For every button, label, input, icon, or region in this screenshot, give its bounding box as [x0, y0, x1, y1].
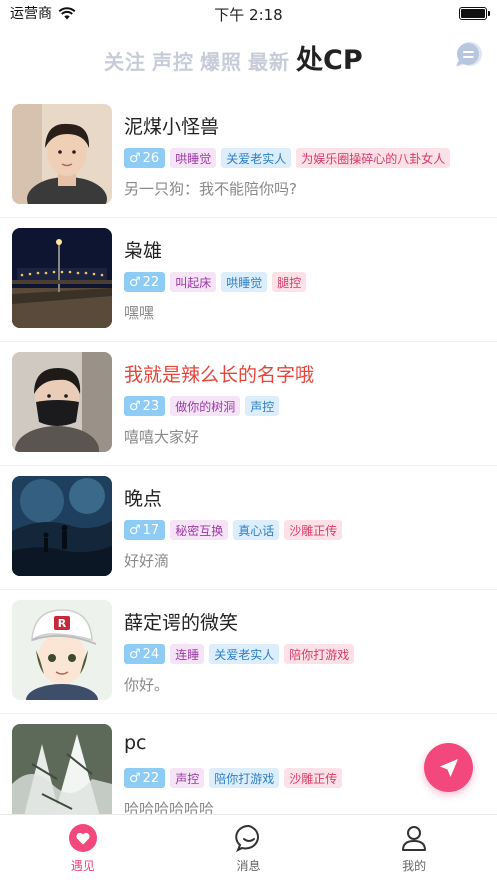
- interest-tag: 叫起床: [170, 272, 217, 292]
- age-badge: ♂ 22: [124, 768, 166, 788]
- interest-tag: 陪你打游戏: [209, 768, 280, 788]
- tab-bar: 关注 声控 爆照 最新 处CP: [104, 38, 363, 77]
- avatar: [12, 104, 112, 204]
- male-icon: ♂: [129, 646, 141, 662]
- tab-voice[interactable]: 声控: [152, 46, 194, 75]
- user-card[interactable]: 泥煤小怪兽 ♂ 26 哄睡觉 关爱老实人 为娱乐圈操碎心的八卦女人 另一只狗：我不…: [0, 94, 497, 218]
- avatar: [12, 228, 112, 328]
- bottom-tab-bar: 遇见 消息 我的: [0, 814, 497, 883]
- heart-icon: [68, 824, 97, 852]
- user-name: 薛定谔的微笑: [124, 612, 239, 634]
- user-name: 枭雄: [124, 240, 163, 262]
- user-card[interactable]: 我就是辣么长的名字哦 ♂ 23 做你的树洞 声控 嘻嘻大家好: [0, 342, 497, 466]
- male-icon: ♂: [129, 274, 141, 290]
- age-badge: ♂ 24: [124, 644, 166, 664]
- interest-tag: 哄睡觉: [170, 148, 217, 168]
- user-card[interactable]: pc ♂ 22 声控 陪你打游戏 沙雕正传 哈哈哈哈哈哈: [0, 714, 497, 814]
- interest-tag: 连睡: [170, 644, 205, 664]
- status-time: 下午 2:18: [214, 6, 283, 24]
- user-list: 泥煤小怪兽 ♂ 26 哄睡觉 关爱老实人 为娱乐圈操碎心的八卦女人 另一只狗：我不…: [0, 94, 497, 814]
- chat-bubble-icon: [234, 824, 259, 853]
- avatar: [12, 724, 112, 814]
- avatar: R: [12, 600, 112, 700]
- top-nav: 关注 声控 爆照 最新 处CP: [0, 26, 497, 88]
- user-name: 泥煤小怪兽: [124, 116, 220, 138]
- user-signature: 嘻嘻大家好: [124, 428, 200, 446]
- user-name: 我就是辣么长的名字哦: [124, 364, 315, 386]
- interest-tag: 声控: [245, 396, 280, 416]
- avatar: [12, 352, 112, 452]
- interest-tag: 秘密互换: [170, 520, 229, 540]
- nav-label: 遇见: [70, 859, 95, 873]
- interest-tag: 关爱老实人: [209, 644, 280, 664]
- nav-label: 消息: [236, 859, 261, 873]
- age-badge: ♂ 22: [124, 272, 166, 292]
- interest-tag: 沙雕正传: [284, 768, 343, 788]
- age-badge: ♂ 17: [124, 520, 166, 540]
- male-icon: ♂: [129, 770, 141, 786]
- tab-follow[interactable]: 关注: [104, 46, 146, 75]
- nav-profile[interactable]: 我的: [331, 815, 497, 883]
- interest-tag: 沙雕正传: [284, 520, 343, 540]
- interest-tag: 哄睡觉: [221, 272, 268, 292]
- message-bubble-icon[interactable]: [453, 39, 485, 71]
- send-fab-button[interactable]: [424, 743, 473, 792]
- interest-tag: 真心话: [233, 520, 280, 540]
- user-card[interactable]: 枭雄 ♂ 22 叫起床 哄睡觉 腿控 嘿嘿: [0, 218, 497, 342]
- user-name: pc: [124, 732, 147, 754]
- nav-meet[interactable]: 遇见: [0, 815, 166, 883]
- tab-photo[interactable]: 爆照: [200, 46, 242, 75]
- age-badge: ♂ 26: [124, 148, 166, 168]
- age-badge: ♂ 23: [124, 396, 166, 416]
- paper-plane-icon: [439, 758, 458, 777]
- interest-tag: 声控: [170, 768, 205, 788]
- male-icon: ♂: [129, 150, 141, 166]
- profile-icon: [402, 826, 427, 851]
- male-icon: ♂: [129, 522, 141, 538]
- interest-tag: 关爱老实人: [221, 148, 292, 168]
- user-signature: 你好。: [124, 676, 170, 694]
- interest-tag: 做你的树洞: [170, 396, 241, 416]
- interest-tag: 为娱乐圈操碎心的八卦女人: [296, 148, 451, 168]
- user-signature: 嘿嘿: [124, 304, 155, 322]
- user-signature: 好好滴: [124, 552, 170, 570]
- svg-text:R: R: [58, 617, 67, 630]
- user-signature: 另一只狗：我不能陪你吗?: [124, 180, 297, 198]
- tab-latest[interactable]: 最新: [248, 46, 290, 75]
- user-card[interactable]: R 薛定谔的微笑 ♂ 24 连睡 关爱老实人 陪你打游戏 你好。: [0, 590, 497, 714]
- user-signature: 哈哈哈哈哈哈: [124, 800, 215, 814]
- interest-tag: 腿控: [272, 272, 307, 292]
- tab-cp[interactable]: 处CP: [296, 38, 363, 77]
- user-card[interactable]: 晚点 ♂ 17 秘密互换 真心话 沙雕正传 好好滴: [0, 466, 497, 590]
- avatar: [12, 476, 112, 576]
- user-name: 晚点: [124, 488, 163, 510]
- nav-messages[interactable]: 消息: [166, 815, 332, 883]
- male-icon: ♂: [129, 398, 141, 414]
- interest-tag: 陪你打游戏: [284, 644, 355, 664]
- nav-label: 我的: [402, 859, 427, 873]
